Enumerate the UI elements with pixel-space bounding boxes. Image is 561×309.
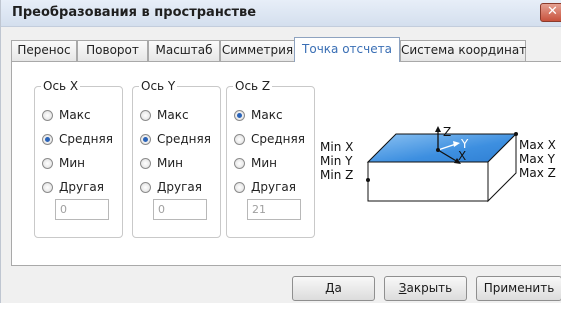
radio-button[interactable] bbox=[42, 158, 53, 169]
radio-button-checked[interactable] bbox=[42, 134, 53, 145]
axis-z-letter: Z bbox=[443, 125, 451, 139]
radio-label: Макс bbox=[251, 108, 283, 122]
radio-label: Другая bbox=[157, 180, 202, 194]
radio-button[interactable] bbox=[140, 182, 151, 193]
min-corner-dot bbox=[366, 178, 370, 182]
axis-z-group-label: Ось Z bbox=[233, 79, 273, 93]
axis-y-value-input[interactable] bbox=[153, 199, 207, 220]
radio-button[interactable] bbox=[234, 182, 245, 193]
tab-coordinate-system[interactable]: Система координат bbox=[400, 40, 526, 61]
radio-button[interactable] bbox=[140, 110, 151, 121]
axis-x-letter: X bbox=[458, 149, 466, 163]
axis-z-value-input[interactable] bbox=[247, 199, 301, 220]
radio-label: Другая bbox=[59, 180, 104, 194]
diagram-min-labels: Min X Min Y Min Z bbox=[320, 140, 353, 182]
close-icon: ✕ bbox=[547, 4, 558, 19]
close-button[interactable]: Закрыть bbox=[384, 276, 467, 301]
radio-label: Макс bbox=[157, 108, 189, 122]
max-corner-dot bbox=[514, 132, 518, 136]
origin-point-panel: Ось X Макс Средняя Мин Другая Ось Y bbox=[11, 61, 561, 266]
axis-x-group: Ось X Макс Средняя Мин Другая bbox=[34, 79, 123, 238]
radio-label: Средняя bbox=[157, 132, 211, 146]
close-button-label: акрыть bbox=[406, 281, 453, 295]
radio-label: Мин bbox=[251, 156, 277, 170]
axis-z-group: Ось Z Макс Средняя Мин Другая bbox=[226, 79, 315, 238]
radio-button[interactable] bbox=[234, 134, 245, 145]
axis-x-value-input[interactable] bbox=[55, 199, 109, 220]
tab-scale[interactable]: Масштаб bbox=[148, 40, 220, 61]
radio-label: Мин bbox=[157, 156, 183, 170]
radio-button[interactable] bbox=[140, 158, 151, 169]
z-axis-arrow bbox=[435, 126, 441, 132]
close-window-button[interactable]: ✕ bbox=[540, 3, 561, 22]
axis-y-group-label: Ось Y bbox=[139, 79, 178, 93]
ok-button-label: а bbox=[334, 281, 342, 295]
radio-label: Средняя bbox=[59, 132, 113, 146]
tab-rotate[interactable]: Поворот bbox=[77, 40, 148, 61]
radio-label: Средняя bbox=[251, 132, 305, 146]
axis-y-group: Ось Y Макс Средняя Мин Другая bbox=[132, 79, 221, 238]
origin-box-diagram: Z Y X bbox=[366, 125, 518, 203]
tab-symmetry[interactable]: Симметрия bbox=[220, 40, 295, 61]
axis-x-group-label: Ось X bbox=[41, 79, 81, 93]
ok-button[interactable]: Да bbox=[292, 276, 375, 301]
box-front-face bbox=[367, 161, 489, 202]
min-y-label: Min Y bbox=[320, 154, 353, 168]
radio-label: Мин bbox=[59, 156, 85, 170]
radio-button[interactable] bbox=[42, 110, 53, 121]
min-z-label: Min Z bbox=[320, 168, 354, 182]
min-x-label: Min X bbox=[320, 140, 354, 154]
radio-label: Макс bbox=[59, 108, 91, 122]
transform-dialog: Преобразования в пространстве ✕ Перенос … bbox=[0, 0, 561, 303]
window-title: Преобразования в пространстве bbox=[12, 5, 257, 20]
apply-button-label: Применить bbox=[483, 281, 555, 295]
radio-button-checked[interactable] bbox=[234, 110, 245, 121]
ok-button-accesskey: Д bbox=[325, 281, 335, 295]
tab-origin-point[interactable]: Точка отсчета bbox=[294, 37, 400, 62]
radio-button[interactable] bbox=[234, 158, 245, 169]
apply-button[interactable]: Применить bbox=[476, 276, 561, 301]
radio-button[interactable] bbox=[42, 182, 53, 193]
origin-dot bbox=[436, 148, 440, 152]
radio-button-checked[interactable] bbox=[140, 134, 151, 145]
tab-translate[interactable]: Перенос bbox=[11, 40, 77, 61]
title-bar[interactable]: Преобразования в пространстве ✕ bbox=[1, 0, 561, 27]
radio-label: Другая bbox=[251, 180, 296, 194]
